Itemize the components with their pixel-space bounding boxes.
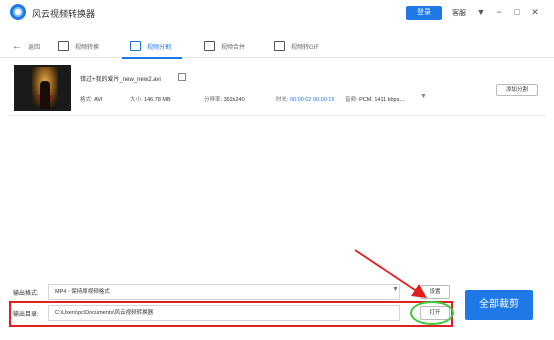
nav-bar: ← 返回 视频转换 视频分割 视频合并 视频转GIF [0, 32, 554, 58]
edit-icon[interactable] [178, 73, 186, 81]
duration-info: 时长: 00:00:02 00:00:15 [276, 97, 335, 103]
minimize-icon[interactable]: − [492, 5, 506, 19]
file-list-item[interactable]: 错过+我的爱片_new_new2.avi 格式: AVI 大小: 146.78 … [8, 64, 546, 116]
tab-video-gif[interactable]: 视频转GIF [274, 38, 319, 54]
highlight-box [9, 301, 453, 327]
tab-label: 视频合并 [221, 44, 246, 51]
back-label: 返回 [28, 44, 41, 51]
login-button[interactable]: 登录 [406, 6, 442, 20]
video-thumbnail[interactable] [14, 65, 71, 111]
customer-service-link[interactable]: 客服 [452, 8, 466, 18]
audio-info: 音频: PCM, 1411 kbps,... [345, 97, 406, 103]
video-split-icon [130, 41, 141, 51]
video-convert-icon [58, 41, 69, 51]
output-format-row: 输出格式: MP4 - 保持原视频格式 ▼ 设置 [8, 284, 458, 300]
app-title: 风云视频转换器 [32, 9, 96, 19]
app-logo-icon [10, 4, 26, 20]
format-info: 格式: AVI [80, 97, 103, 103]
tab-label: 视频分割 [147, 44, 172, 51]
title-bar: 风云视频转换器 登录 客服 ▼ − □ ✕ [0, 0, 554, 24]
highlight-oval [410, 301, 454, 325]
video-merge-icon [204, 41, 215, 51]
back-button[interactable]: ← 返回 [12, 38, 40, 54]
tab-video-convert[interactable]: 视频转换 [58, 38, 99, 54]
tab-video-merge[interactable]: 视频合并 [204, 38, 245, 54]
crop-all-button[interactable]: 全部裁剪 [465, 290, 533, 320]
tab-label: 视频转换 [75, 44, 100, 51]
resolution-info: 分辨率: 352x240 [204, 97, 245, 103]
maximize-icon[interactable]: □ [510, 5, 524, 19]
file-name: 错过+我的爱片_new_new2.avi [80, 77, 161, 83]
close-icon[interactable]: ✕ [528, 5, 542, 19]
menu-dropdown-icon[interactable]: ▼ [474, 5, 488, 19]
add-split-button[interactable]: 添加分割 [496, 84, 538, 96]
output-format-select[interactable]: MP4 - 保持原视频格式 [48, 284, 400, 300]
chevron-down-icon[interactable]: ▼ [392, 286, 399, 293]
video-gif-icon [274, 41, 285, 51]
size-info: 大小: 146.78 MB [130, 97, 171, 103]
back-arrow-icon: ← [12, 40, 22, 52]
tab-label: 视频转GIF [291, 44, 319, 51]
output-format-label: 输出格式: [13, 291, 39, 297]
active-tab-indicator [122, 57, 182, 59]
settings-button[interactable]: 设置 [420, 285, 450, 299]
tab-video-split[interactable]: 视频分割 [130, 38, 171, 54]
audio-dropdown-icon[interactable]: ▼ [420, 93, 427, 100]
